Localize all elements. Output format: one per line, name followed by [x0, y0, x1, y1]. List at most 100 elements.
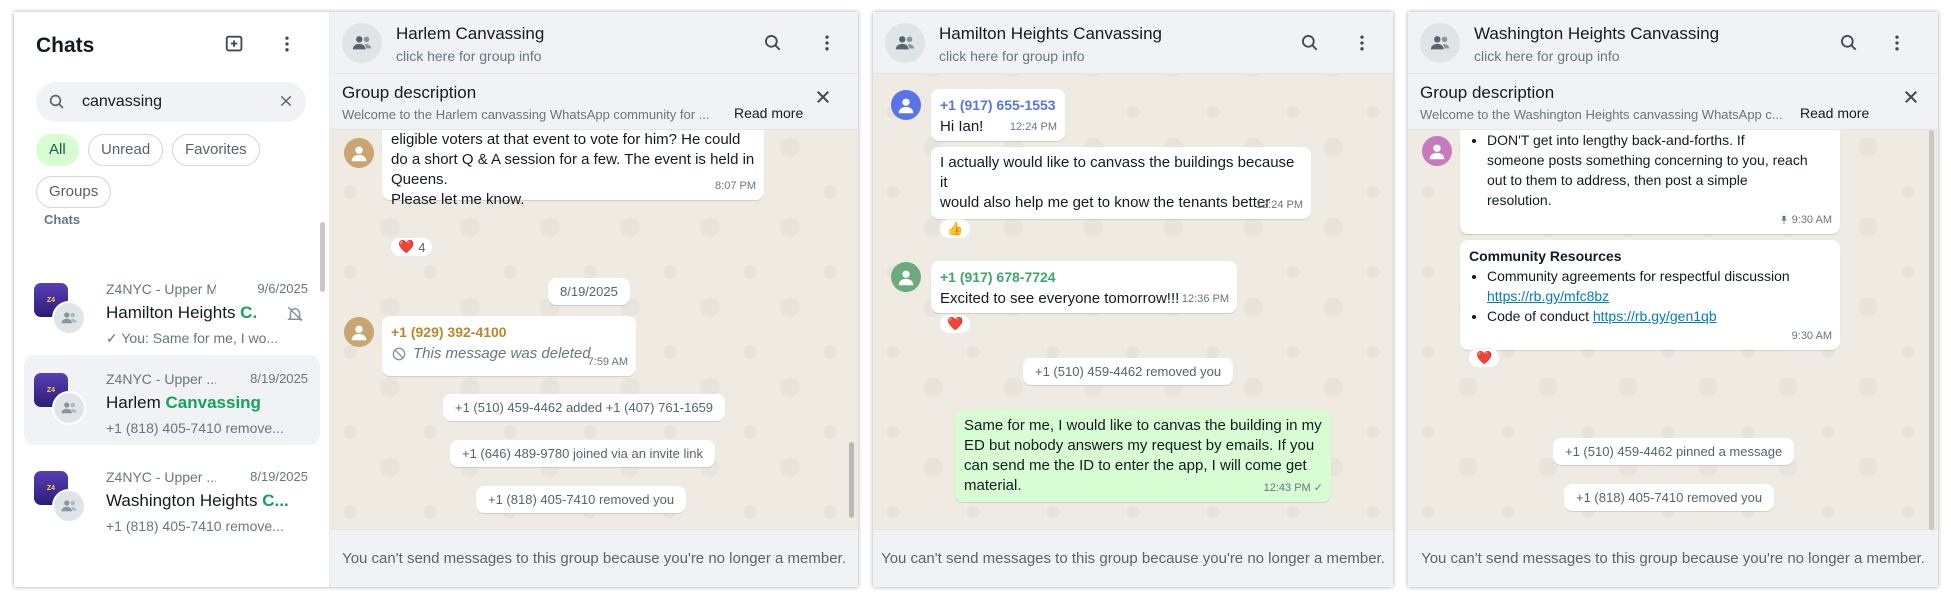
group-info-hint: click here for group info: [396, 48, 542, 64]
group-icon: [61, 402, 77, 414]
message-line: Same for me, I would like to canvas the …: [964, 417, 1322, 434]
chat-pane-harlem: Harlem Canvassing click here for group i…: [330, 12, 858, 587]
person-icon: [898, 98, 914, 114]
avatar[interactable]: [891, 262, 921, 292]
group-avatar[interactable]: [885, 23, 925, 63]
filter-groups[interactable]: Groups: [36, 176, 112, 208]
sender-name: +1 (917) 655-1553: [940, 97, 1056, 113]
message-list: DON'T get into lengthy back-and-forths. …: [1408, 130, 1938, 529]
sidebar-scrollbar[interactable]: [320, 222, 325, 292]
resource-link[interactable]: https://rb.gy/gen1qb: [1593, 308, 1717, 324]
message-bubble[interactable]: +1 (917) 655-1553 Hi Ian! 12:24 PM: [931, 89, 1065, 141]
screenshot-collage: Chats canvassing All Unread Favorites Gr…: [0, 0, 1951, 600]
chat-scrollbar[interactable]: [1929, 130, 1934, 530]
system-message: +1 (646) 489-9780 joined via an invite l…: [450, 440, 716, 467]
bullet-list: DON'T get into lengthy back-and-forths. …: [1487, 130, 1831, 210]
message-list: +1 (917) 655-1553 Hi Ian! 12:24 PM I act…: [873, 74, 1393, 529]
chat-pane-washington-heights: Washington Heights Canvassing click here…: [1408, 12, 1938, 587]
chat-name: Harlem Canvassing: [106, 393, 261, 412]
heart-icon: ❤️: [1476, 350, 1493, 365]
reaction-badge[interactable]: ❤️ 4: [390, 237, 434, 257]
message-time: 7:59 AM: [587, 356, 628, 368]
chat-date: 8/19/2025: [250, 469, 308, 484]
group-description-banner[interactable]: Group description Welcome to the Washing…: [1408, 74, 1938, 130]
message-line: would also help me get to know the tenan…: [940, 194, 1271, 211]
outgoing-message-bubble[interactable]: Same for me, I would like to canvas the …: [955, 410, 1331, 502]
message-time: 9:30 AM: [1791, 330, 1832, 342]
group-avatar[interactable]: [342, 23, 382, 63]
filter-unread[interactable]: Unread: [88, 134, 164, 166]
chat-menu-button[interactable]: [1882, 28, 1912, 58]
message-time: 8:07 PM: [715, 180, 756, 192]
chat-name: Washington Heights C...: [106, 491, 289, 510]
message-bubble[interactable]: I actually would like to canvass the bui…: [931, 147, 1311, 219]
avatar[interactable]: [344, 138, 374, 168]
read-more-link[interactable]: Read more: [726, 105, 804, 121]
window-washington-heights: Washington Heights Canvassing click here…: [1408, 12, 1938, 587]
search-chat-button[interactable]: [1834, 28, 1864, 58]
person-icon: [898, 270, 914, 286]
search-chat-button[interactable]: [1295, 28, 1325, 58]
message-line: Please let me know.: [391, 191, 525, 208]
group-avatar[interactable]: [1420, 23, 1460, 63]
person-icon: [351, 325, 367, 341]
group-info-hint: click here for group info: [1474, 48, 1620, 64]
message-time: 12:24 PM: [1255, 199, 1303, 211]
chat-preview: +1 (818) 405-7410 remove...: [106, 420, 284, 436]
message-time: 9:30 AM: [1779, 210, 1832, 230]
group-icon: [1430, 36, 1450, 50]
chat-menu-button[interactable]: [812, 28, 842, 58]
message-bubble[interactable]: +1 (917) 678-7724 Excited to see everyon…: [931, 261, 1237, 313]
filter-favorites[interactable]: Favorites: [172, 134, 260, 166]
chat-item-hamilton-heights[interactable]: Z4 Z4NYC - Upper M... 9/6/2025 Hamilton …: [24, 265, 320, 355]
close-description-button[interactable]: [1902, 88, 1920, 111]
close-description-button[interactable]: [814, 88, 832, 111]
search-icon: [49, 94, 64, 109]
not-member-notice: You can't send messages to this group be…: [1408, 529, 1938, 587]
group-name: Washington Heights Canvassing: [1474, 24, 1720, 43]
chat-header[interactable]: Harlem Canvassing click here for group i…: [330, 12, 858, 74]
system-message: +1 (818) 405-7410 removed you: [1564, 484, 1775, 511]
chat-name: Hamilton Heights C...: [106, 303, 256, 322]
search-input[interactable]: canvassing: [36, 82, 306, 122]
reaction-badge[interactable]: ❤️: [939, 314, 972, 334]
avatar[interactable]: [891, 90, 921, 120]
resource-link[interactable]: https://rb.gy/mfc8bz: [1487, 288, 1609, 304]
chat-list-sidebar: Chats canvassing All Unread Favorites Gr…: [14, 12, 330, 587]
sender-name: +1 (929) 392-4100: [391, 324, 507, 340]
message-bubble[interactable]: +1 (929) 392-4100 This message was delet…: [382, 316, 636, 376]
chat-preview: +1 (818) 405-7410 remove...: [106, 518, 284, 534]
read-more-link[interactable]: Read more: [1792, 105, 1870, 121]
message-time: 12:43 PM ✓: [1263, 482, 1323, 494]
message-bubble[interactable]: DON'T get into lengthy back-and-forths. …: [1460, 130, 1840, 234]
close-icon: [817, 91, 829, 103]
chat-item-harlem[interactable]: Z4 Z4NYC - Upper ... 8/19/2025 Harlem Ca…: [24, 355, 320, 445]
group-description-banner[interactable]: Group description Welcome to the Harlem …: [330, 74, 858, 130]
clear-search-icon[interactable]: [278, 93, 294, 109]
heart-icon: ❤️: [398, 239, 415, 254]
chat-item-washington-heights[interactable]: Z4 Z4NYC - Upper ... 8/19/2025 Washingto…: [24, 453, 320, 543]
sidebar-menu-button[interactable]: [272, 29, 302, 59]
search-chat-button[interactable]: [758, 28, 788, 58]
chat-scrollbar[interactable]: [849, 442, 854, 518]
new-chat-button[interactable]: [220, 29, 250, 59]
bullet-item: Code of conduct https://rb.gy/gen1qb: [1487, 306, 1831, 326]
date-separator: 8/19/2025: [548, 278, 630, 305]
message-bubble[interactable]: Community Resources Community agreements…: [1460, 240, 1840, 350]
reaction-count: 4: [418, 239, 426, 255]
chat-header[interactable]: Washington Heights Canvassing click here…: [1408, 12, 1938, 74]
group-icon: [61, 500, 77, 512]
chat-header[interactable]: Hamilton Heights Canvassing click here f…: [873, 12, 1393, 74]
chat-preview: ✓ You: Same for me, I wo...: [106, 330, 279, 346]
avatar[interactable]: [344, 317, 374, 347]
message-bubble[interactable]: eligible voters at that event to vote fo…: [382, 130, 764, 208]
filter-all[interactable]: All: [36, 134, 79, 166]
chat-menu-button[interactable]: [1347, 28, 1377, 58]
reaction-badge[interactable]: 👍: [939, 219, 972, 239]
message-line: ED but nobody answers my request by emai…: [964, 437, 1315, 454]
reaction-badge[interactable]: ❤️: [1468, 348, 1501, 368]
chat-date: 8/19/2025: [250, 371, 308, 386]
message-time: 12:24 PM: [1009, 121, 1057, 133]
heart-icon: ❤️: [947, 316, 964, 331]
avatar[interactable]: [1422, 136, 1452, 166]
